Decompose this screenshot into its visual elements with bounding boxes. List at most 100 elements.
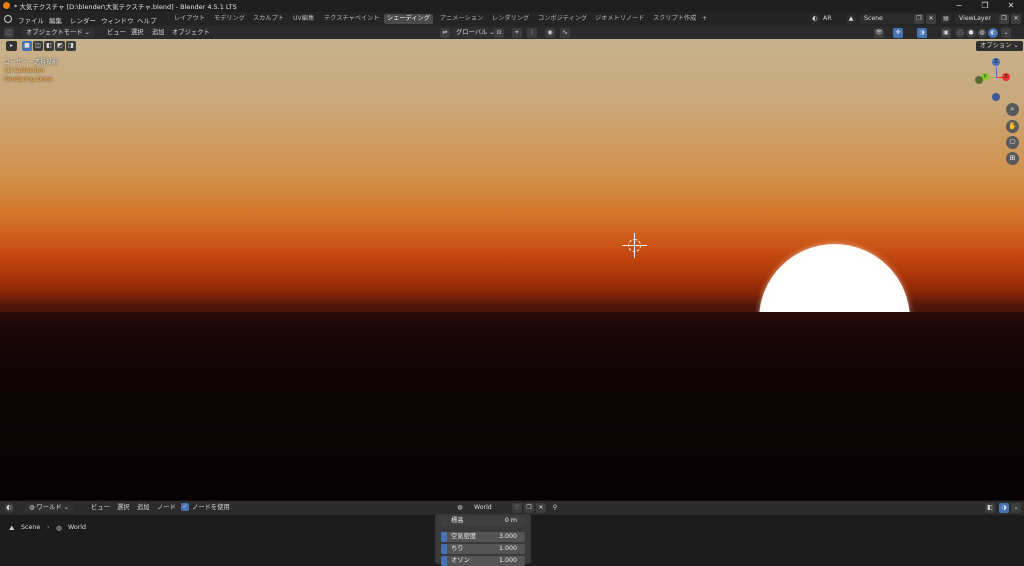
pin-icon[interactable]: ⚲: [550, 503, 560, 513]
menu-add[interactable]: 追加: [152, 28, 165, 38]
blender-menu-icon[interactable]: [4, 15, 12, 23]
select-intersect-icon[interactable]: ◨: [66, 41, 76, 51]
world-browse-icon[interactable]: ◍: [455, 503, 465, 513]
mode-dropdown[interactable]: オブジェクトモード ⌄: [22, 28, 94, 38]
property-value: 0 m: [504, 517, 517, 524]
menu-select[interactable]: 選択: [131, 28, 144, 38]
tab-geometry-nodes[interactable]: ジオメトリノード: [592, 14, 648, 24]
property-ozone[interactable]: オゾン 1.000: [441, 556, 525, 566]
add-workspace-button[interactable]: +: [699, 14, 710, 24]
solid-shading-icon[interactable]: ●: [966, 28, 976, 38]
tab-modeling[interactable]: モデリング: [211, 14, 248, 24]
world-breadcrumb-icon: ◍: [56, 524, 62, 532]
ar-icon: ◐: [810, 14, 820, 24]
options-dropdown[interactable]: オプション ⌄: [976, 41, 1023, 51]
maximize-button[interactable]: ❐: [972, 0, 998, 12]
gizmo-neg-y-axis[interactable]: [975, 76, 983, 84]
tab-layout[interactable]: レイアウト: [171, 14, 208, 24]
overlay-toggle-icon[interactable]: ◑: [917, 28, 927, 38]
node-menu-select[interactable]: 選択: [117, 503, 130, 513]
perspective-grid-icon[interactable]: ⊞: [1006, 152, 1019, 165]
camera-view-icon[interactable]: ⎔: [1006, 136, 1019, 149]
zoom-icon[interactable]: ⌕: [1006, 103, 1019, 116]
new-world-icon[interactable]: ❐: [524, 503, 534, 513]
3d-viewport[interactable]: ▸ ■ ◫ ◧ ◩ ◨ オプション ⌄ ユーザー・透視投影 (1) Collec…: [0, 39, 1024, 500]
orientation-icon: ⇌: [440, 28, 450, 38]
world-name-field[interactable]: World: [470, 503, 514, 513]
tab-compositing[interactable]: コンポジティング: [535, 14, 590, 24]
menu-file[interactable]: ファイル: [18, 15, 44, 25]
new-view-layer-icon[interactable]: ❐: [999, 14, 1009, 24]
node-gizmo-icon[interactable]: ◑: [999, 503, 1009, 513]
select-subtract-icon[interactable]: ◧: [44, 41, 54, 51]
property-dust[interactable]: ちり 1.000: [441, 544, 525, 554]
tab-scripting[interactable]: スクリプト作成: [650, 14, 699, 24]
property-label: 標高: [451, 517, 464, 524]
tab-uv-editing[interactable]: UV編集: [290, 14, 317, 24]
scene-field[interactable]: Scene: [860, 14, 916, 24]
minimize-button[interactable]: −: [946, 0, 972, 12]
tab-texture-paint[interactable]: テクスチャペイント: [321, 14, 382, 24]
xray-icon[interactable]: ▣: [941, 28, 951, 38]
menu-render[interactable]: レンダー: [70, 15, 96, 25]
pan-hand-icon[interactable]: ✋: [1006, 120, 1019, 133]
shading-options-icon[interactable]: ⌄: [1001, 28, 1011, 38]
menu-edit[interactable]: 編集: [49, 15, 62, 25]
tab-animation[interactable]: アニメーション: [437, 14, 486, 24]
falloff-icon[interactable]: ∿: [560, 28, 570, 38]
select-tool-icon[interactable]: ▸: [6, 41, 17, 51]
orientation-dropdown[interactable]: グローバル ⌄: [452, 28, 499, 38]
pivot-icon[interactable]: ⊙: [494, 28, 504, 38]
wireframe-shading-icon[interactable]: ◌: [955, 28, 965, 38]
breadcrumb-world: World: [68, 524, 87, 531]
ar-label[interactable]: AR: [823, 14, 832, 24]
node-menu-view[interactable]: ビュー: [91, 503, 110, 513]
node-overlay-icon[interactable]: ◧: [985, 503, 995, 513]
rendered-shading-icon[interactable]: ◐: [988, 28, 998, 38]
gizmo-neg-z-axis[interactable]: [992, 93, 1000, 101]
top-bar: ファイル 編集 レンダー ウィンドウ ヘルプ レイアウト モデリング スカルプト…: [0, 12, 1024, 26]
property-value: 1.000: [498, 557, 517, 564]
select-invert-icon[interactable]: ◩: [55, 41, 65, 51]
shader-type-dropdown[interactable]: ◍ ワールド ⌄: [25, 503, 73, 513]
use-nodes-checkbox[interactable]: ✓: [181, 503, 189, 511]
select-new-icon[interactable]: ■: [22, 41, 32, 51]
menu-help[interactable]: ヘルプ: [137, 15, 157, 25]
scene-icon: ▲: [846, 14, 856, 24]
gizmo-toggle-icon[interactable]: ✥: [893, 28, 903, 38]
node-editor-type-icon[interactable]: ◐: [4, 503, 14, 513]
gizmo-z-axis[interactable]: Z: [992, 58, 1000, 66]
snap-icon[interactable]: ⌖: [512, 28, 522, 38]
menu-window[interactable]: ウィンドウ: [101, 15, 134, 25]
snap-target-icon[interactable]: ⋮: [527, 28, 537, 38]
ground-horizon: [0, 312, 1024, 500]
node-menu-add[interactable]: 追加: [137, 503, 150, 513]
proportional-edit-icon[interactable]: ◉: [545, 28, 555, 38]
view-layer-field[interactable]: ViewLayer: [955, 14, 1001, 24]
node-overlay-options-icon[interactable]: ⌄: [1011, 503, 1021, 513]
select-extend-icon[interactable]: ◫: [33, 41, 43, 51]
scene-breadcrumb-icon: ⛰: [9, 524, 15, 532]
close-button[interactable]: ✕: [998, 0, 1024, 12]
tab-shading[interactable]: シェーディング: [384, 14, 433, 24]
gizmo-x-axis[interactable]: X: [1002, 73, 1010, 81]
property-altitude[interactable]: 標高 0 m: [441, 516, 525, 526]
window-title: * 大気テクスチャ [D:\blender\大気テクスチャ.blend] - B…: [14, 3, 237, 11]
tab-sculpt[interactable]: スカルプト: [250, 14, 287, 24]
menu-object[interactable]: オブジェクト: [172, 28, 210, 38]
fake-user-icon[interactable]: ♡: [512, 503, 522, 513]
unlink-world-icon[interactable]: ✕: [536, 503, 546, 513]
gizmo-z-line: [996, 67, 997, 77]
tab-rendering[interactable]: レンダリング: [489, 14, 532, 24]
property-air-density[interactable]: 空気密度 3.000: [441, 532, 525, 542]
editor-type-icon[interactable]: ⬚: [4, 28, 14, 38]
new-scene-icon[interactable]: ❐: [914, 14, 924, 24]
breadcrumb-separator: ›: [47, 524, 50, 531]
render-status: Rendering Done: [4, 76, 53, 83]
menu-view[interactable]: ビュー: [107, 28, 126, 38]
node-menu-node[interactable]: ノード: [157, 503, 176, 513]
visibility-icon[interactable]: 👁: [874, 28, 884, 38]
material-shading-icon[interactable]: ◍: [977, 28, 987, 38]
delete-scene-icon[interactable]: ✕: [926, 14, 936, 24]
delete-view-layer-icon[interactable]: ✕: [1011, 14, 1021, 24]
